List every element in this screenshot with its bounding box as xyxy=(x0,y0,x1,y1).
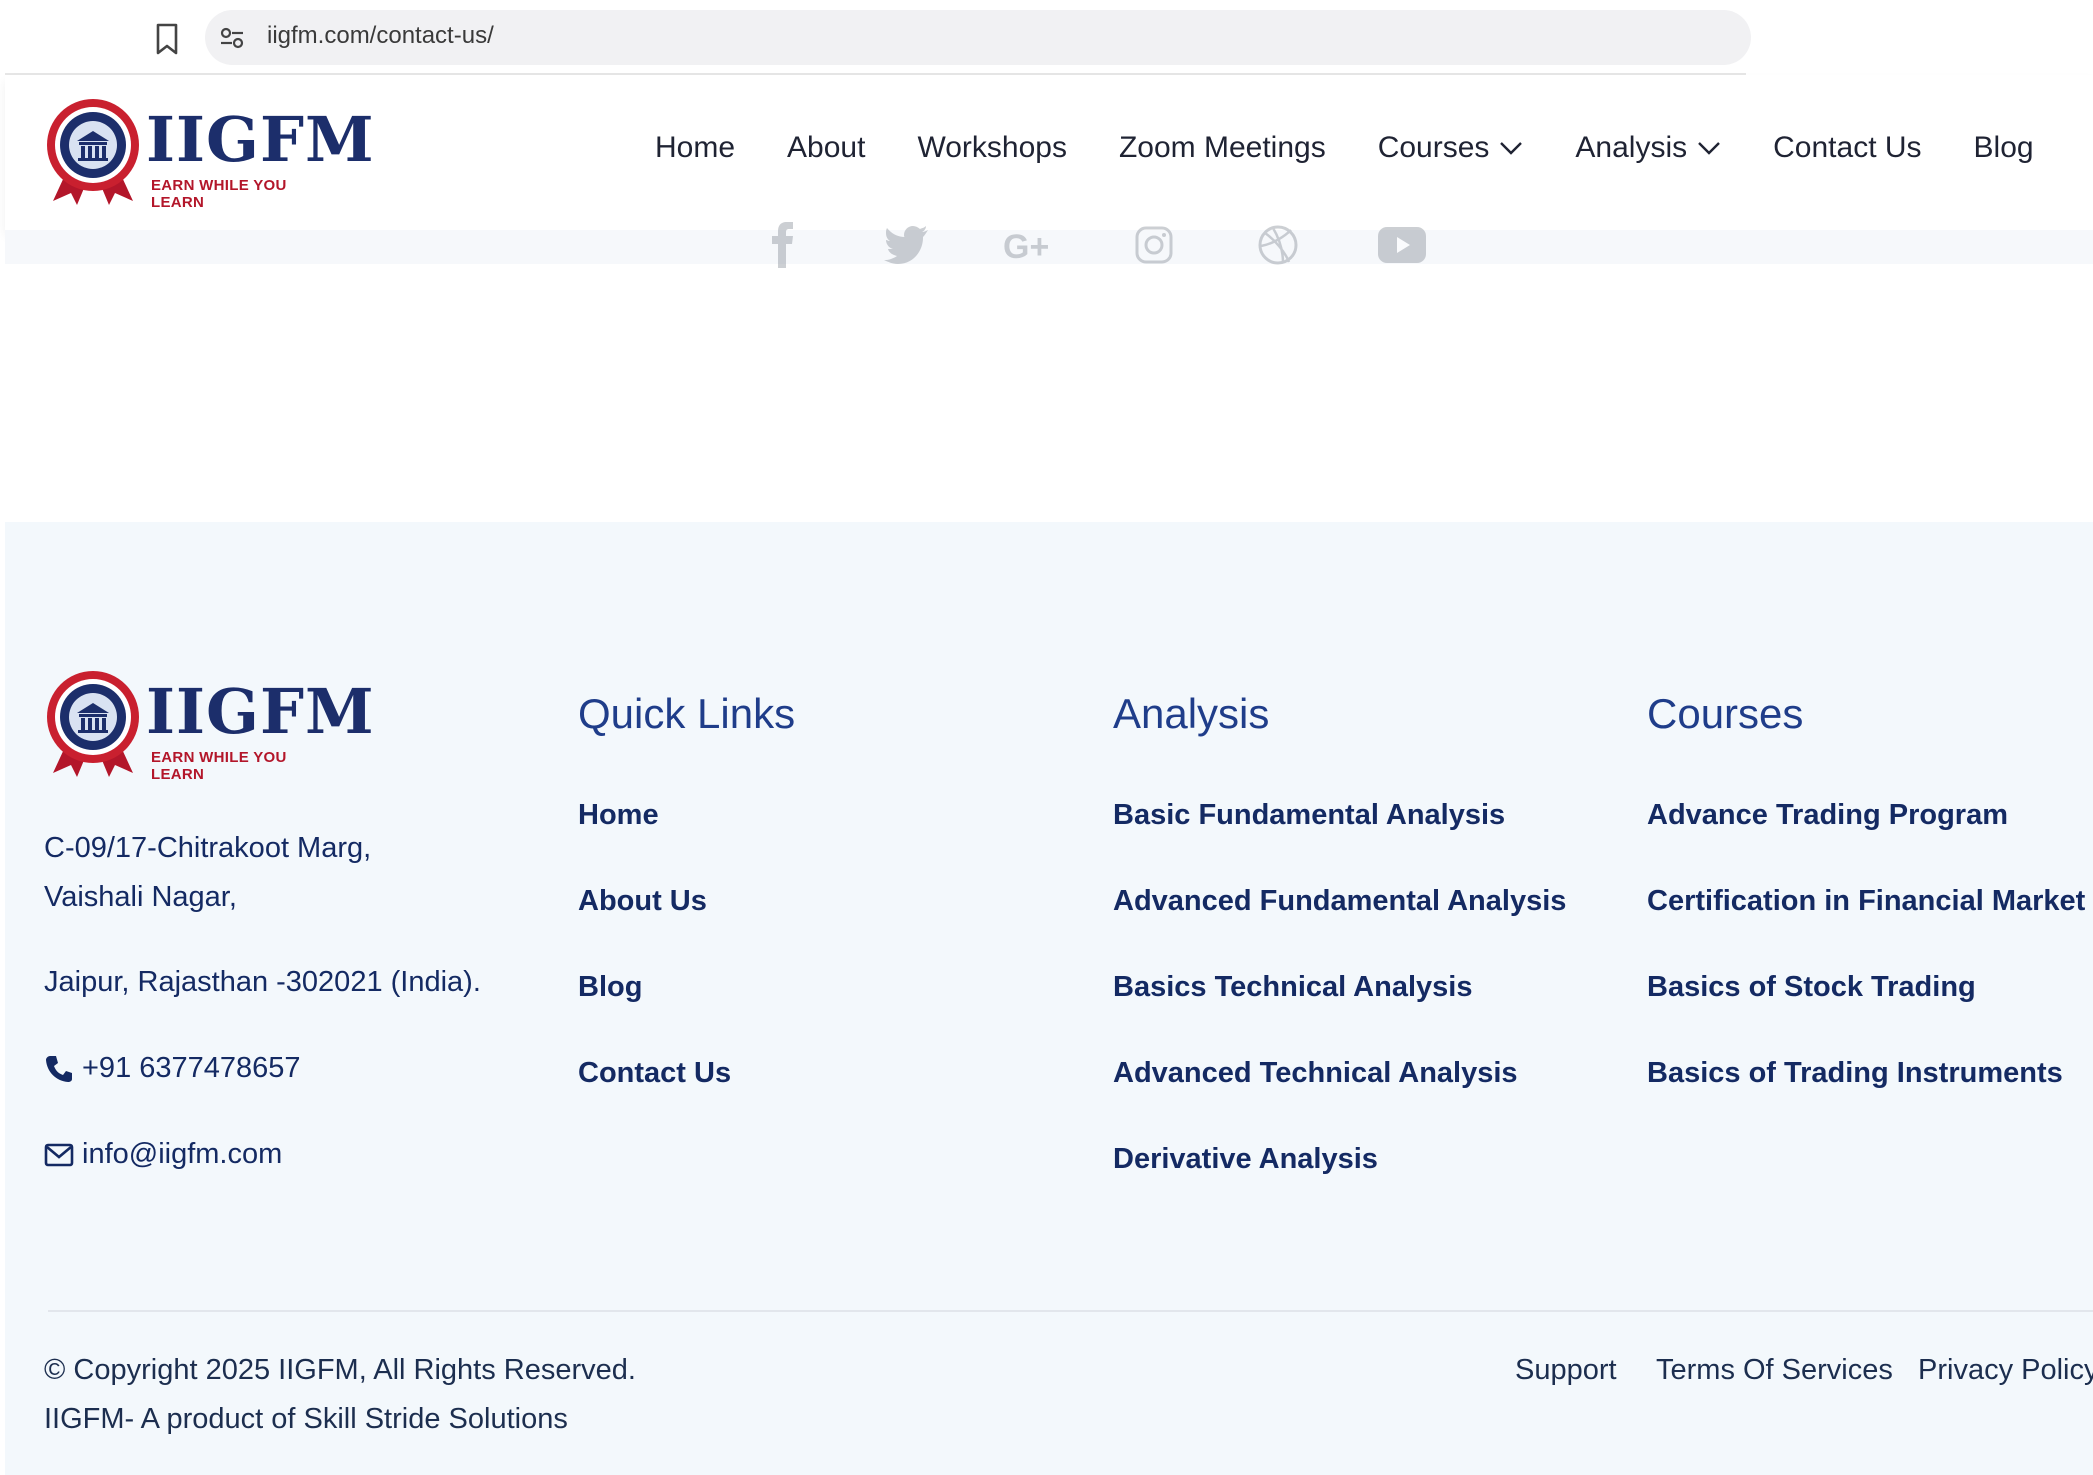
nav-about-label: About xyxy=(787,131,866,164)
address-line-2: Vaishali Nagar, xyxy=(44,881,237,913)
nav-courses-label: Courses xyxy=(1377,131,1490,164)
nav-workshops[interactable]: Workshops xyxy=(917,131,1067,165)
chevron-down-icon xyxy=(1698,142,1720,155)
nav-courses[interactable]: Courses xyxy=(1378,131,1524,165)
copyright-text: © Copyright 2025 IIGFM, All Rights Reser… xyxy=(44,1354,636,1386)
logo-tagline: EARN WHILE YOU LEARN xyxy=(151,749,287,783)
footer-link-certification[interactable]: Certification in Financial Market xyxy=(1647,885,2085,918)
nav-blog-label: Blog xyxy=(1973,131,2034,164)
nav-zoom-meetings-label: Zoom Meetings xyxy=(1118,131,1326,164)
footer-logo[interactable]: IIGFM EARN WHILE YOU LEARN xyxy=(43,669,374,783)
url-text[interactable]: iigfm.com/contact-us/ xyxy=(267,22,494,50)
privacy-link[interactable]: Privacy Policy xyxy=(1918,1354,2093,1387)
footer-link-derivative-analysis[interactable]: Derivative Analysis xyxy=(1113,1143,1378,1176)
facebook-icon[interactable] xyxy=(755,220,809,270)
product-note: IIGFM- A product of Skill Stride Solutio… xyxy=(44,1403,568,1435)
nav-home-label: Home xyxy=(655,131,736,164)
nav-contact-us[interactable]: Contact Us xyxy=(1773,131,1921,165)
footer-link-stock-trading[interactable]: Basics of Stock Trading xyxy=(1647,971,1976,1004)
nav-workshops-label: Workshops xyxy=(917,131,1067,164)
footer-link-advanced-fundamental[interactable]: Advanced Fundamental Analysis xyxy=(1113,885,1566,918)
logo-wordmark: IIGFM xyxy=(146,675,375,748)
footer-link-contact-us[interactable]: Contact Us xyxy=(578,1057,731,1090)
footer-link-advanced-technical[interactable]: Advanced Technical Analysis xyxy=(1113,1057,1518,1090)
nav-about[interactable]: About xyxy=(787,131,865,165)
header-logo[interactable]: IIGFM EARN WHILE YOU LEARN xyxy=(43,97,374,211)
nav-analysis[interactable]: Analysis xyxy=(1575,131,1721,165)
address-line-1: C-09/17-Chitrakoot Marg, xyxy=(44,832,372,864)
logo-emblem-icon xyxy=(47,671,139,777)
nav-analysis-label: Analysis xyxy=(1575,131,1688,164)
chevron-down-icon xyxy=(1500,142,1523,155)
logo-emblem-icon xyxy=(47,99,139,205)
phone-row[interactable]: +91 6377478657 xyxy=(44,1052,301,1085)
footer-link-home[interactable]: Home xyxy=(578,799,659,832)
youtube-icon[interactable] xyxy=(1375,220,1429,270)
footer-link-advance-trading[interactable]: Advance Trading Program xyxy=(1647,799,2008,832)
email-address: info@iigfm.com xyxy=(82,1138,283,1170)
bookmark-icon[interactable] xyxy=(152,22,182,56)
footer-link-about-us[interactable]: About Us xyxy=(578,885,707,918)
footer-link-trading-instruments[interactable]: Basics of Trading Instruments xyxy=(1647,1057,2063,1090)
terms-link[interactable]: Terms Of Services xyxy=(1656,1354,1893,1387)
phone-number: +91 6377478657 xyxy=(82,1052,301,1084)
logo-wordmark: IIGFM xyxy=(146,103,375,176)
nav-zoom-meetings[interactable]: Zoom Meetings xyxy=(1119,131,1326,165)
instagram-icon[interactable] xyxy=(1127,220,1181,270)
phone-icon xyxy=(46,1055,72,1082)
dribbble-icon[interactable] xyxy=(1251,220,1305,270)
twitter-icon[interactable] xyxy=(879,220,933,270)
browser-toolbar: iigfm.com/contact-us/ xyxy=(5,0,1751,75)
footer-link-basic-fundamental[interactable]: Basic Fundamental Analysis xyxy=(1113,799,1505,832)
quick-links-title: Quick Links xyxy=(578,690,796,737)
footer-link-blog[interactable]: Blog xyxy=(578,971,642,1004)
site-settings-icon[interactable] xyxy=(219,26,245,50)
logo-tagline: EARN WHILE YOU LEARN xyxy=(151,177,287,211)
footer-link-basics-technical[interactable]: Basics Technical Analysis xyxy=(1113,971,1472,1004)
address-line-3: Jaipur, Rajasthan -302021 (India). xyxy=(44,966,481,998)
social-icons: G+ xyxy=(755,220,1499,270)
site-footer: IIGFM EARN WHILE YOU LEARN C-09/17-Chitr… xyxy=(5,522,2093,1475)
footer-divider xyxy=(48,1310,2093,1312)
svg-text:G+: G+ xyxy=(1003,228,1049,262)
analysis-title: Analysis xyxy=(1113,690,1270,737)
nav-blog[interactable]: Blog xyxy=(1974,131,2034,165)
main-nav: Home About Workshops Zoom Meetings Cours… xyxy=(655,131,2034,165)
support-link[interactable]: Support xyxy=(1515,1354,1617,1387)
nav-contact-us-label: Contact Us xyxy=(1773,131,1922,164)
google-plus-icon[interactable]: G+ xyxy=(1003,220,1057,270)
email-row[interactable]: info@iigfm.com xyxy=(44,1138,282,1171)
nav-home[interactable]: Home xyxy=(655,131,735,165)
courses-title: Courses xyxy=(1647,690,1804,737)
site-header: IIGFM EARN WHILE YOU LEARN Home About Wo… xyxy=(5,75,2093,230)
mail-icon xyxy=(44,1143,74,1166)
